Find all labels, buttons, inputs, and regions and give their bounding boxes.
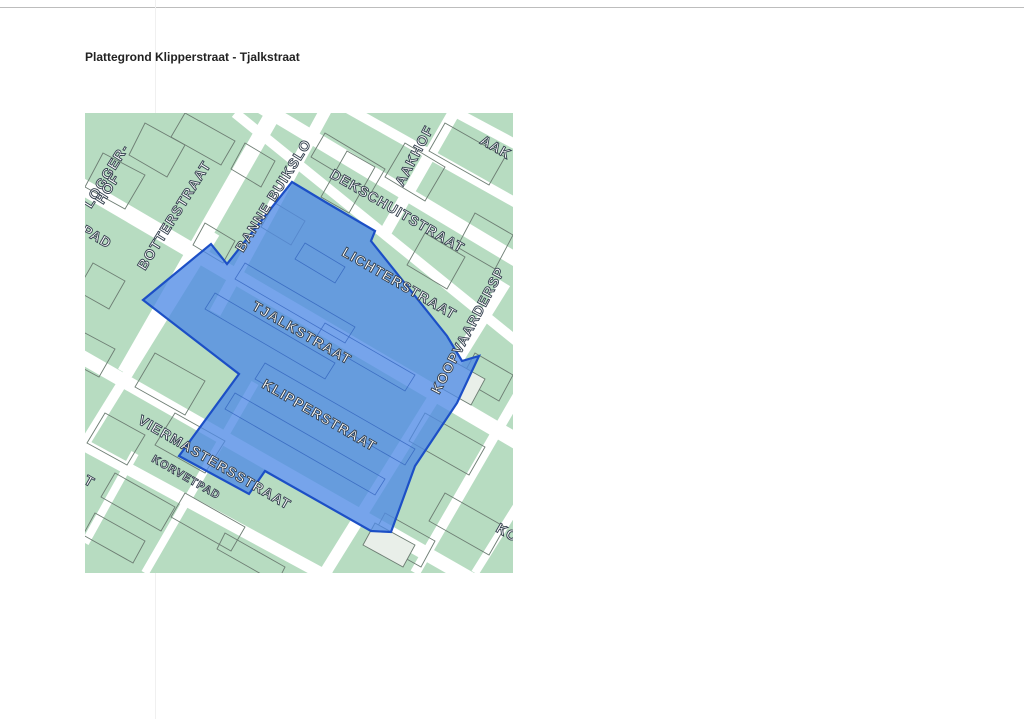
map-svg[interactable]: LOGGER- HOF PAD BOTTERSTRAAT BANNE BUIKS…	[85, 113, 513, 573]
top-border-line	[0, 7, 1024, 8]
page-title: Plattegrond Klipperstraat - Tjalkstraat	[85, 50, 300, 64]
map-frame[interactable]: LOGGER- HOF PAD BOTTERSTRAAT BANNE BUIKS…	[85, 113, 513, 573]
